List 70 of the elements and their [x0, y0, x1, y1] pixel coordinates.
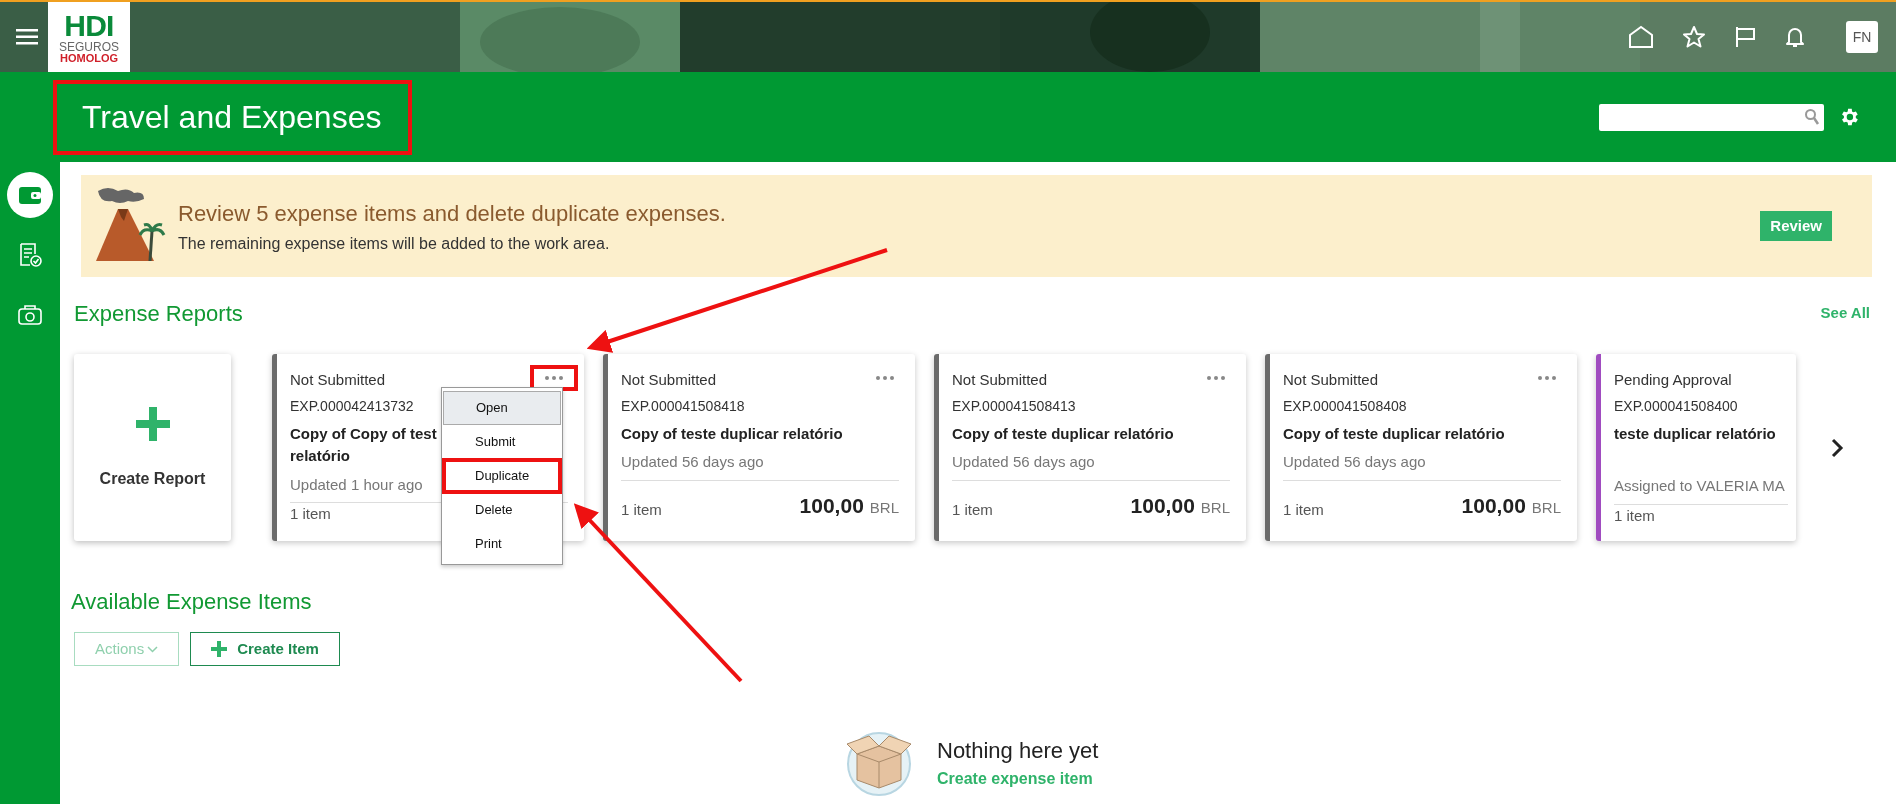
more-icon[interactable] [1538, 376, 1556, 380]
create-report-card[interactable]: Create Report [74, 354, 231, 541]
report-title: Copy of teste duplicar relatório [1283, 423, 1505, 444]
plus-icon [211, 641, 228, 657]
report-title: teste duplicar relatório [1614, 423, 1776, 444]
report-status: Not Submitted [621, 370, 717, 390]
flag-icon[interactable] [1734, 25, 1756, 49]
menu-item[interactable]: Duplicate [443, 459, 561, 493]
report-status: Not Submitted [290, 370, 386, 390]
report-id: EXP.000041508413 [952, 396, 1076, 416]
report-title: Copy of teste duplicar relatório [952, 423, 1174, 444]
updated-text: Updated 56 days ago [952, 452, 1095, 472]
search-icon[interactable] [1804, 108, 1820, 126]
more-icon[interactable] [1207, 376, 1225, 380]
menu-item[interactable]: Open [443, 391, 561, 425]
currency-label: BRL [1200, 497, 1230, 518]
report-card[interactable]: Pending Approval EXP.000041508400 teste duplicar relatório Assigned to VALERIA MA 1 item [1596, 354, 1796, 541]
report-amount: 100,00 [1130, 492, 1195, 519]
more-icon[interactable] [876, 376, 894, 380]
report-id: EXP.000041508408 [1283, 396, 1407, 416]
menu-item[interactable]: Print [443, 527, 561, 561]
item-count: 1 item [1283, 499, 1324, 520]
currency-label: BRL [869, 497, 899, 518]
empty-state-title: Nothing here yet [937, 736, 1099, 765]
updated-text: Updated 56 days ago [1283, 452, 1426, 472]
section-heading: Expense Reports [74, 300, 243, 328]
menu-item[interactable]: Submit [443, 425, 561, 459]
report-title: Copy of teste duplicar relatório [621, 423, 843, 444]
updated-text: Updated 56 days ago [621, 452, 764, 472]
report-id: EXP.000042413732 [290, 396, 414, 416]
report-title: relatório [290, 446, 350, 466]
item-count: 1 item [1614, 505, 1655, 526]
create-report-label: Create Report [99, 468, 206, 489]
menu-item[interactable]: Delete [443, 493, 561, 527]
banner-message: The remaining expense items will be added to the work area. [178, 233, 611, 254]
bell-icon[interactable] [1784, 25, 1806, 49]
banner-title: Review 5 expense items and delete duplicate expenses. [178, 199, 726, 228]
updated-text: Updated 1 hour ago [290, 474, 423, 495]
plus-icon [133, 404, 172, 443]
report-status: Not Submitted [1283, 370, 1379, 390]
more-icon[interactable] [545, 376, 563, 380]
logo[interactable]: HDI SEGUROS HOMOLOG [48, 2, 130, 72]
report-card[interactable]: Not Submitted EXP.000041508408 Copy of teste duplicar relatório Updated 56 days ago 1 item 100,00 BRL [1265, 354, 1577, 541]
item-count: 1 item [952, 499, 993, 520]
report-status: Pending Approval [1614, 370, 1732, 390]
wallet-icon[interactable] [17, 184, 43, 206]
menu-icon[interactable] [16, 29, 38, 45]
report-card[interactable]: Not Submitted EXP.000041508413 Copy of teste duplicar relatório Updated 56 days ago 1 item 100,00 BRL [934, 354, 1246, 541]
report-amount: 100,00 [799, 492, 864, 519]
home-icon[interactable] [1628, 25, 1654, 49]
chevron-down-icon [147, 645, 159, 653]
section-heading: Available Expense Items [71, 588, 313, 616]
report-card[interactable]: Not Submitted EXP.000041508418 Copy of teste duplicar relatório Updated 56 days ago 1 item 100,00 BRL [603, 354, 915, 541]
report-id: EXP.000041508400 [1614, 396, 1738, 416]
report-amount: 100,00 [1461, 492, 1526, 519]
sidebar-item[interactable] [7, 172, 53, 218]
checklist-icon[interactable] [17, 242, 43, 268]
report-id: EXP.000041508418 [621, 396, 745, 416]
report-title: Copy of Copy of test [290, 423, 437, 444]
avatar[interactable]: FN [1846, 21, 1878, 53]
star-icon[interactable] [1682, 25, 1706, 49]
currency-label: BRL [1531, 497, 1561, 518]
item-count: 1 item [290, 504, 331, 524]
chevron-right-icon[interactable] [1830, 437, 1844, 458]
page-title: Travel and Expenses [82, 98, 382, 137]
create-item-button[interactable]: Create Item [190, 632, 340, 666]
search-field[interactable] [1599, 103, 1824, 131]
report-status: Not Submitted [952, 370, 1048, 390]
item-count: 1 item [621, 499, 662, 520]
assigned-text: Assigned to VALERIA MA [1614, 476, 1785, 496]
